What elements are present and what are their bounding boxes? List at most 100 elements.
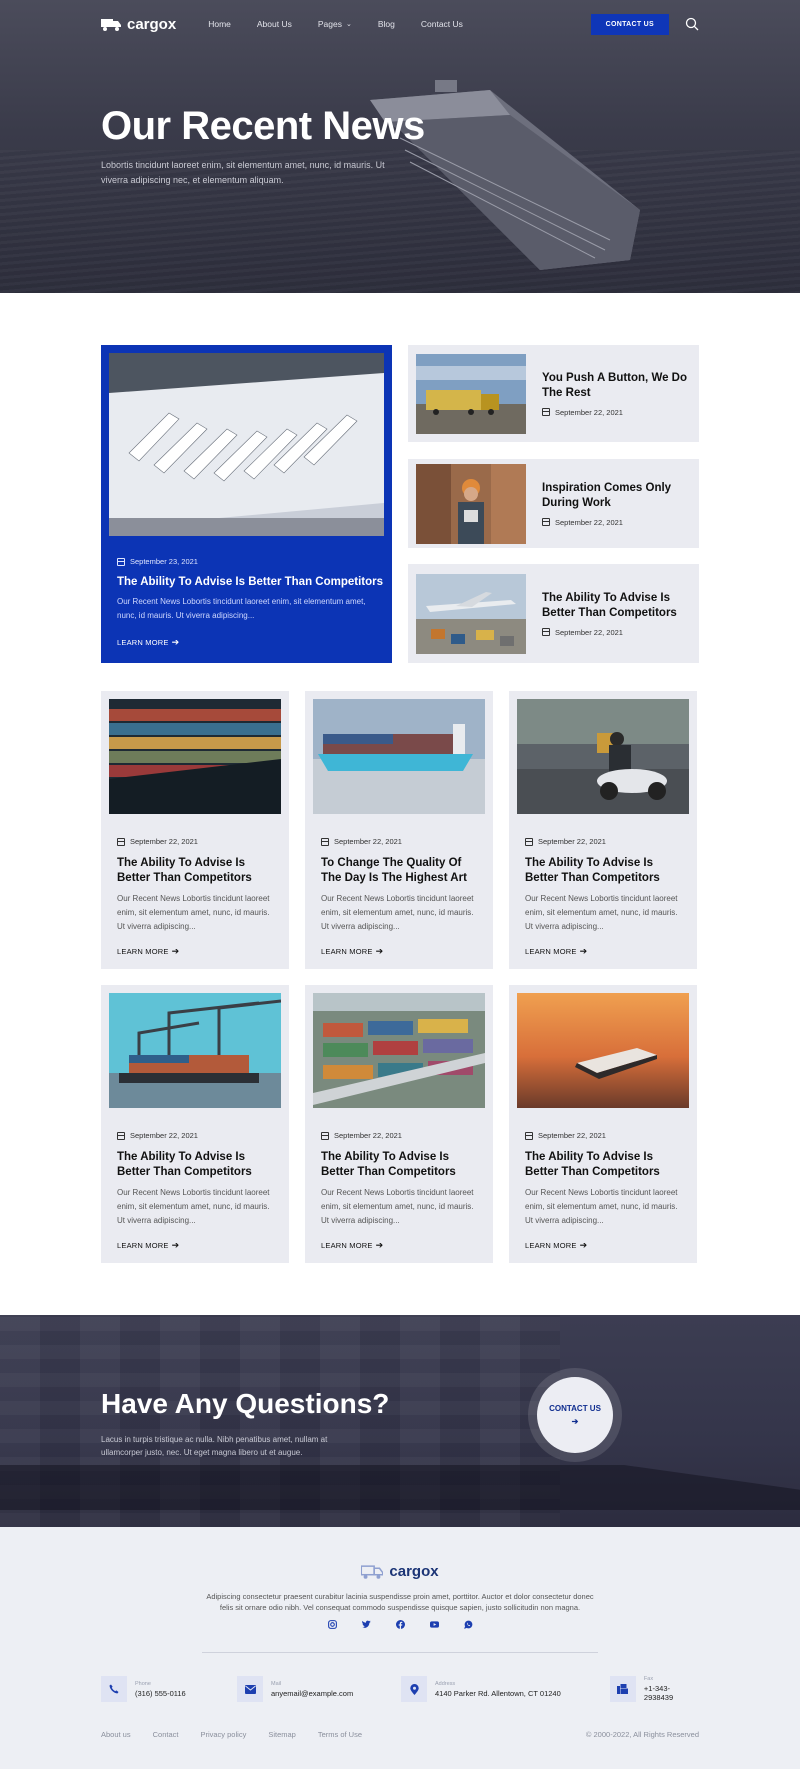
footer-logo[interactable]: cargox	[0, 1563, 800, 1580]
footer-link-contact[interactable]: Contact	[153, 1730, 179, 1739]
contact-mail-value: anyemail@example.com	[271, 1688, 354, 1698]
post-excerpt: Our Recent News Lobortis tincidunt laore…	[117, 1188, 270, 1225]
youtube-icon[interactable]	[429, 1620, 439, 1629]
post-title[interactable]: The Ability To Advise Is Better Than Com…	[117, 856, 273, 886]
post-title[interactable]: The Ability To Advise Is Better Than Com…	[525, 856, 681, 886]
instagram-icon[interactable]	[327, 1620, 337, 1629]
learn-more-link[interactable]: LEARN MORE ➔	[321, 946, 383, 957]
post-card[interactable]: September 22, 2021 The Ability To Advise…	[101, 691, 289, 969]
learn-more-label: LEARN MORE	[117, 1241, 169, 1250]
calendar-icon	[525, 1131, 533, 1140]
logo-text: cargox	[127, 15, 177, 33]
top-navigation: cargox Home About Us Pages ⌄ Blog Contact…	[0, 0, 800, 48]
post-excerpt: Our Recent News Lobortis tincidunt laore…	[321, 1188, 474, 1225]
footer-link-terms-of-use[interactable]: Terms of Use	[318, 1730, 362, 1739]
side-post-title[interactable]: Inspiration Comes Only During Work	[542, 481, 691, 511]
footer-divider	[202, 1652, 598, 1653]
calendar-icon	[321, 1131, 329, 1140]
contact-fax[interactable]: Fax +1-343-2938439	[610, 1676, 699, 1702]
side-post-title[interactable]: You Push A Button, We Do The Rest	[542, 371, 691, 401]
side-post-title[interactable]: The Ability To Advise Is Better Than Com…	[542, 591, 691, 621]
menu-home[interactable]: Home	[208, 19, 231, 29]
post-date: September 22, 2021	[117, 837, 281, 846]
footer-description: Adipiscing consectetur praesent curabitu…	[206, 1592, 594, 1612]
post-date: September 22, 2021	[117, 1131, 281, 1140]
contact-address-value: 4140 Parker Rd. Allentown, CT 01240	[435, 1688, 561, 1698]
post-excerpt: Our Recent News Lobortis tincidunt laore…	[117, 894, 270, 931]
post-date-text: September 22, 2021	[334, 837, 402, 846]
post-date-text: September 22, 2021	[538, 837, 606, 846]
post-title[interactable]: To Change The Quality Of The Day Is The …	[321, 856, 477, 886]
learn-more-link[interactable]: LEARN MORE ➔	[525, 1240, 587, 1251]
whatsapp-icon[interactable]	[463, 1620, 473, 1629]
footer-link-about-us[interactable]: About us	[101, 1730, 131, 1739]
post-card[interactable]: September 22, 2021 The Ability To Advise…	[509, 985, 697, 1263]
contact-us-circle-button[interactable]: CONTACT US ➔	[528, 1368, 622, 1462]
footer-link-privacy-policy[interactable]: Privacy policy	[200, 1730, 246, 1739]
footer-link-sitemap[interactable]: Sitemap	[268, 1730, 296, 1739]
facebook-icon[interactable]	[395, 1620, 405, 1629]
side-post-card[interactable]: You Push A Button, We Do The Rest Septem…	[408, 345, 699, 442]
ship-hull-background	[0, 1465, 800, 1510]
learn-more-link[interactable]: LEARN MORE ➔	[117, 946, 179, 957]
post-card[interactable]: September 22, 2021 To Change The Quality…	[305, 691, 493, 969]
contact-us-circle-label: CONTACT US	[549, 1404, 601, 1413]
post-date: September 22, 2021	[321, 837, 485, 846]
contact-phone[interactable]: Phone (316) 555-0116	[101, 1676, 186, 1702]
footer-logo-text: cargox	[389, 1563, 439, 1580]
menu-pages-label: Pages	[317, 19, 342, 29]
featured-grid: September 23, 2021 The Ability To Advise…	[0, 345, 800, 663]
container-terminal-aerial-image	[313, 993, 485, 1108]
location-pin-icon	[401, 1676, 427, 1702]
featured-post-card[interactable]: September 23, 2021 The Ability To Advise…	[101, 345, 392, 663]
arrow-right-icon: ➔	[579, 946, 588, 956]
menu-pages[interactable]: Pages ⌄	[318, 19, 352, 29]
learn-more-link[interactable]: LEARN MORE ➔	[525, 946, 587, 957]
learn-more-link[interactable]: LEARN MORE ➔	[321, 1240, 383, 1251]
post-excerpt: Our Recent News Lobortis tincidunt laore…	[525, 1188, 678, 1225]
contact-address[interactable]: Address 4140 Parker Rd. Allentown, CT 012…	[401, 1676, 561, 1702]
learn-more-link[interactable]: LEARN MORE ➔	[117, 637, 179, 648]
side-post-card[interactable]: Inspiration Comes Only During Work Septe…	[408, 459, 699, 548]
calendar-icon	[117, 557, 125, 566]
post-excerpt: Our Recent News Lobortis tincidunt laore…	[117, 597, 366, 620]
twitter-icon[interactable]	[361, 1620, 371, 1629]
calendar-icon	[542, 518, 550, 526]
cta-title: Have Any Questions?	[101, 1388, 390, 1419]
contact-us-button[interactable]: CONTACT US	[590, 13, 669, 35]
arrow-right-icon: ➔	[579, 1240, 588, 1250]
search-icon[interactable]	[685, 17, 699, 31]
learn-more-label: LEARN MORE	[321, 947, 373, 956]
side-post-card[interactable]: The Ability To Advise Is Better Than Com…	[408, 564, 699, 663]
calendar-icon	[117, 1131, 125, 1140]
post-excerpt: Our Recent News Lobortis tincidunt laore…	[321, 894, 474, 931]
post-date-text: September 23, 2021	[130, 557, 198, 566]
contact-address-label: Address	[435, 1680, 456, 1687]
menu-blog[interactable]: Blog	[378, 19, 395, 29]
post-card[interactable]: September 22, 2021 The Ability To Advise…	[509, 691, 697, 969]
footer-bottom-bar: About us Contact Privacy policy Sitemap …	[101, 1730, 699, 1739]
post-excerpt: Our Recent News Lobortis tincidunt laore…	[525, 894, 678, 931]
menu-about-us[interactable]: About Us	[257, 19, 292, 29]
delivery-scooter-image	[517, 699, 689, 814]
truck-depot-aerial-image	[109, 353, 384, 536]
post-card[interactable]: September 22, 2021 The Ability To Advise…	[101, 985, 289, 1263]
contact-mail[interactable]: Mail anyemail@example.com	[237, 1676, 353, 1702]
post-date: September 22, 2021	[321, 1131, 485, 1140]
truck-icon	[101, 19, 121, 31]
arrow-right-icon: ➔	[171, 637, 180, 647]
post-title[interactable]: The Ability To Advise Is Better Than Com…	[117, 576, 384, 588]
post-title[interactable]: The Ability To Advise Is Better Than Com…	[321, 1150, 477, 1180]
learn-more-link[interactable]: LEARN MORE ➔	[117, 1240, 179, 1251]
learn-more-label: LEARN MORE	[525, 1241, 577, 1250]
social-links	[0, 1620, 800, 1629]
arrow-right-icon: ➔	[171, 946, 180, 956]
site-logo[interactable]: cargox	[101, 16, 176, 33]
post-title[interactable]: The Ability To Advise Is Better Than Com…	[525, 1150, 681, 1180]
post-card[interactable]: September 22, 2021 The Ability To Advise…	[305, 985, 493, 1263]
port-cranes-image	[109, 993, 282, 1108]
menu-contact-us[interactable]: Contact Us	[421, 19, 463, 29]
post-grid-row: September 22, 2021 The Ability To Advise…	[0, 985, 800, 1263]
page-subtitle: Lobortis tincidunt laoreet enim, sit ele…	[101, 160, 385, 185]
post-title[interactable]: The Ability To Advise Is Better Than Com…	[117, 1150, 273, 1180]
